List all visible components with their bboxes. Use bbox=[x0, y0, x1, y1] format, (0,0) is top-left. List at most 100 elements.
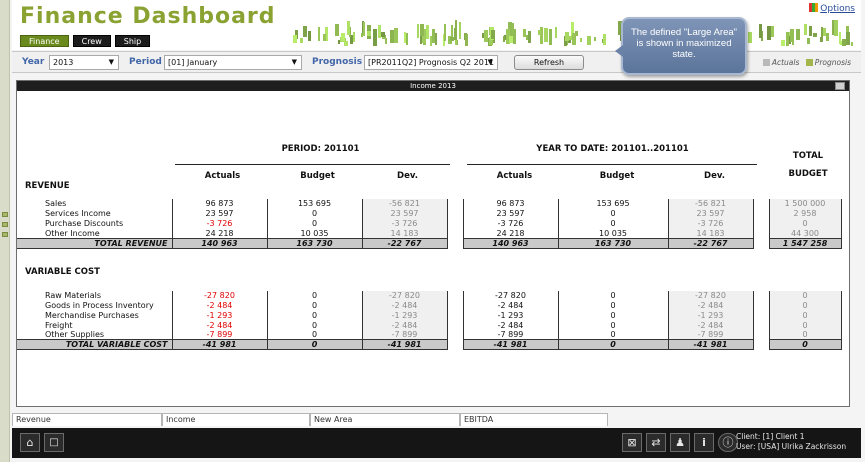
cell-y-bud: 0 bbox=[557, 330, 669, 340]
pattern-bar bbox=[748, 32, 752, 43]
cell-p-dev: -27 820 bbox=[361, 291, 448, 301]
row-label: Sales bbox=[45, 199, 67, 209]
pattern-bar bbox=[832, 20, 834, 35]
pattern-bar bbox=[381, 32, 385, 37]
column-gap bbox=[753, 208, 769, 219]
period-header: PERIOD: 201101 bbox=[281, 144, 360, 154]
cell-y-act: 140 963 bbox=[462, 237, 559, 249]
column-gap bbox=[447, 300, 463, 311]
year-select[interactable]: 2013 ▼ bbox=[49, 55, 119, 70]
column-gap bbox=[447, 291, 463, 301]
pattern-bar bbox=[378, 25, 381, 38]
table-row: Goods in Process Inventory -2 484 0 -2 484-… bbox=[17, 300, 842, 311]
cell-p-bud: 0 bbox=[266, 300, 363, 311]
cell-p-act: -3 726 bbox=[171, 218, 268, 229]
cell-y-dev: 14 183 bbox=[667, 228, 754, 239]
export-icon[interactable]: ⊠ bbox=[622, 433, 642, 452]
col-period-actuals: Actuals bbox=[204, 171, 241, 181]
legend-actuals: Actuals bbox=[771, 58, 800, 67]
cell-total: 0 bbox=[768, 330, 842, 340]
tab-crew[interactable]: Crew bbox=[72, 35, 111, 47]
prognosis-value: [PR2011Q2] Prognosis Q2 2011 bbox=[368, 58, 495, 67]
table-row: Merchandise Purchases -1 293 0 -1 293 -1 293… bbox=[17, 310, 842, 321]
cell-y-bud: 153 695 bbox=[557, 199, 669, 209]
column-gap bbox=[447, 228, 463, 239]
cell-total: 44 300 bbox=[768, 228, 842, 239]
cell-p-dev: -7 899 bbox=[361, 330, 448, 340]
edge-handle[interactable] bbox=[2, 212, 8, 217]
period-select[interactable]: [01] January ▼ bbox=[164, 55, 302, 70]
cell-y-dev: -56 821 bbox=[667, 199, 754, 209]
refresh-button[interactable]: Refresh bbox=[514, 55, 584, 70]
legend: Actuals Prognosis bbox=[759, 58, 851, 67]
cell-y-dev: -7 899 bbox=[667, 330, 754, 340]
pattern-bar bbox=[347, 21, 350, 35]
about-icon[interactable]: ⓘ bbox=[718, 433, 738, 452]
column-gap bbox=[753, 330, 769, 340]
prognosis-select[interactable]: [PR2011Q2] Prognosis Q2 2011 ▼ bbox=[364, 55, 498, 70]
cell-p-dev: -2 484 bbox=[361, 300, 448, 311]
col-ytd-budget: Budget bbox=[599, 171, 635, 181]
sync-icon[interactable]: ⇄ bbox=[646, 433, 666, 452]
pattern-bar bbox=[603, 34, 606, 45]
cell-y-dev: -22 767 bbox=[667, 237, 754, 249]
cell-total: 0 bbox=[768, 310, 842, 321]
edge-handle[interactable] bbox=[2, 232, 8, 237]
pattern-bar bbox=[823, 28, 826, 36]
tab-finance[interactable]: Finance bbox=[20, 35, 69, 47]
table-row: Sales 96 873 153 695 -56 821 96 873 153 695 -5… bbox=[17, 199, 842, 209]
col-ytd-actuals: Actuals bbox=[496, 171, 533, 181]
cell-y-dev: -41 981 bbox=[667, 339, 754, 351]
edge-handle[interactable] bbox=[2, 222, 8, 227]
row-label: TOTAL REVENUE bbox=[17, 237, 172, 249]
info-icon[interactable]: i bbox=[694, 433, 714, 452]
maximize-icon[interactable] bbox=[835, 82, 845, 90]
area-tab-new-area[interactable]: New Area bbox=[310, 413, 460, 426]
column-gap bbox=[447, 310, 463, 321]
home-icon[interactable]: ⌂ bbox=[20, 433, 40, 452]
ytd-header: YEAR TO DATE: 201101..201101 bbox=[536, 144, 689, 154]
pattern-bar bbox=[308, 31, 311, 41]
cell-y-bud: 0 bbox=[557, 300, 669, 311]
area-tab-ebitda[interactable]: EBITDA bbox=[460, 413, 608, 426]
pattern-bar bbox=[523, 29, 526, 37]
cell-y-act: -27 820 bbox=[462, 291, 559, 301]
pattern-bar bbox=[846, 32, 850, 45]
table-row: Purchase Discounts -3 726 0 -3 726 -3 726 0 -3… bbox=[17, 218, 842, 229]
pattern-bar bbox=[435, 33, 437, 45]
cell-p-dev: -3 726 bbox=[361, 218, 448, 229]
area-tab-revenue[interactable]: Revenue bbox=[12, 413, 162, 426]
pattern-bar bbox=[781, 40, 785, 46]
pattern-bar bbox=[544, 28, 548, 42]
legend-swatch-prognosis bbox=[805, 59, 813, 66]
user-label: User: [USA] Ulrika Zackrisson bbox=[736, 442, 847, 451]
pattern-bar bbox=[540, 27, 543, 44]
cell-p-bud: 10 035 bbox=[266, 228, 363, 239]
window-icon[interactable]: □ bbox=[44, 433, 64, 452]
pattern-bar bbox=[786, 32, 789, 46]
cell-y-dev: -1 293 bbox=[667, 310, 754, 321]
pattern-bar bbox=[361, 33, 363, 37]
cell-y-act: -3 726 bbox=[462, 218, 559, 229]
cell-y-bud: 0 bbox=[557, 218, 669, 229]
module-tabs: Finance Crew Ship bbox=[20, 35, 151, 47]
cell-y-bud: 0 bbox=[557, 310, 669, 321]
cell-y-act: 24 218 bbox=[462, 228, 559, 239]
user-icon[interactable]: ♟ bbox=[670, 433, 690, 452]
area-tab-income[interactable]: Income bbox=[162, 413, 310, 426]
variable-cost-section-title: VARIABLE COST bbox=[25, 267, 100, 277]
cell-y-dev: -2 484 bbox=[667, 320, 754, 331]
options-link[interactable]: Options bbox=[809, 3, 855, 14]
cell-p-act: -27 820 bbox=[171, 291, 268, 301]
pattern-bar bbox=[426, 25, 429, 39]
revenue-section-title: REVENUE bbox=[25, 181, 70, 191]
column-gap bbox=[753, 218, 769, 229]
pattern-bar bbox=[771, 26, 774, 37]
tab-ship[interactable]: Ship bbox=[114, 35, 151, 47]
pattern-bar bbox=[373, 29, 377, 46]
cell-p-act: 96 873 bbox=[171, 199, 268, 209]
area-tabs: Revenue Income New Area EBITDA bbox=[12, 413, 861, 426]
pattern-bar bbox=[367, 31, 371, 36]
chevron-down-icon: ▼ bbox=[108, 58, 114, 66]
pattern-bar bbox=[813, 33, 817, 37]
